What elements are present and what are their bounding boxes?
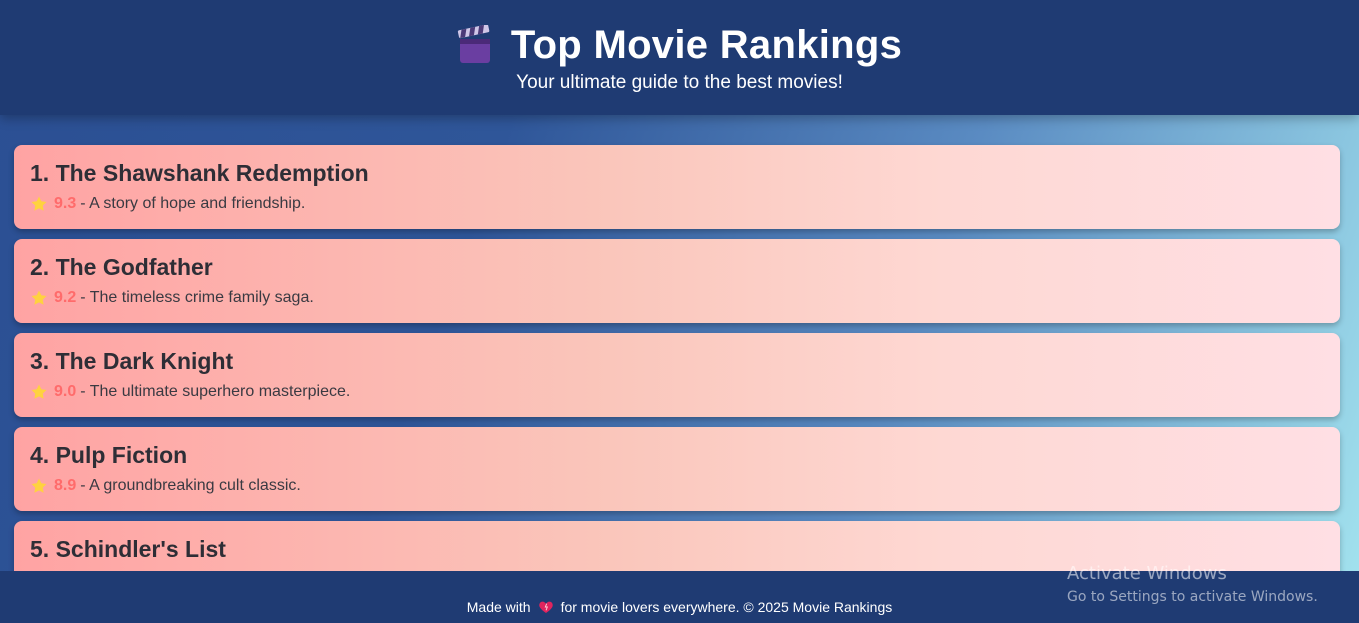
movie-title: 5. Schindler's List	[30, 536, 226, 562]
movie-description: - The timeless crime family saga.	[80, 289, 314, 306]
heart-icon	[538, 601, 553, 613]
movie-card: 1. The Shawshank Redemption 9.3 - A stor…	[14, 145, 1340, 229]
movie-rating: 8.9	[54, 477, 77, 494]
movie-description: - The ultimate superhero masterpiece.	[80, 383, 351, 400]
clapperboard-icon	[457, 25, 490, 63]
movie-title: 4. Pulp Fiction	[30, 442, 188, 468]
star-icon	[31, 384, 47, 399]
star-icon	[31, 290, 47, 305]
movie-card: 3. The Dark Knight 9.0 - The ultimate su…	[14, 333, 1340, 417]
movie-details: 9.3 - A story of hope and friendship.	[30, 195, 305, 213]
star-icon	[31, 196, 47, 211]
movie-details: 9.0 - The ultimate superhero masterpiece…	[30, 383, 350, 401]
activate-windows-watermark: Activate Windows Go to Settings to activ…	[1067, 563, 1318, 607]
movie-list: 1. The Shawshank Redemption 9.3 - A stor…	[14, 145, 1340, 615]
title-row: Top Movie Rankings	[0, 22, 1359, 68]
movie-card: 2. The Godfather 9.2 - The timeless crim…	[14, 239, 1340, 323]
movie-card: 4. Pulp Fiction 8.9 - A groundbreaking c…	[14, 427, 1340, 511]
page-header: Top Movie Rankings Your ultimate guide t…	[0, 0, 1359, 115]
watermark-subtitle: Go to Settings to activate Windows.	[1067, 589, 1318, 605]
watermark-title: Activate Windows	[1067, 563, 1227, 584]
movie-rating: 9.3	[54, 195, 77, 212]
movie-description: - A story of hope and friendship.	[80, 195, 306, 212]
movie-rating: 9.0	[54, 383, 77, 400]
movie-description: - A groundbreaking cult classic.	[80, 477, 301, 494]
movie-details: 8.9 - A groundbreaking cult classic.	[30, 477, 301, 495]
movie-title: 2. The Godfather	[30, 254, 213, 280]
footer-prefix: Made with	[466, 599, 531, 615]
page-subtitle: Your ultimate guide to the best movies!	[516, 72, 843, 93]
movie-rating: 9.2	[54, 289, 77, 306]
movie-title: 3. The Dark Knight	[30, 348, 234, 374]
movie-details: 9.2 - The timeless crime family saga.	[30, 289, 314, 307]
footer-suffix: for movie lovers everywhere. © 2025 Movi…	[560, 599, 893, 615]
page-title: Top Movie Rankings	[510, 22, 903, 67]
star-icon	[31, 478, 47, 493]
movie-title: 1. The Shawshank Redemption	[30, 160, 369, 186]
